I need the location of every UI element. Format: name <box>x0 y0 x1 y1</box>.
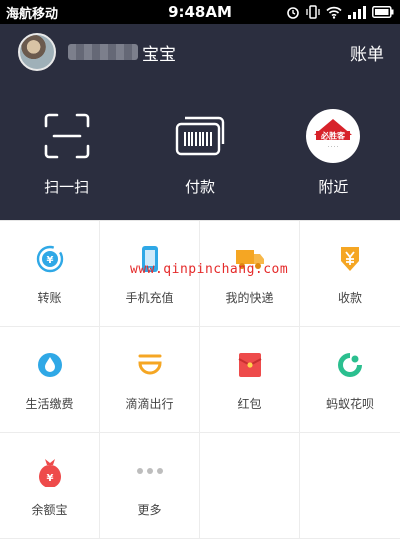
logo-text: 必胜客 <box>320 131 346 141</box>
money-bag-icon: ¥ <box>32 453 68 489</box>
grid-label: 生活缴费 <box>25 397 74 411</box>
barcode-pay-icon <box>172 108 228 164</box>
pay-label: 付款 <box>184 178 215 196</box>
system-icons <box>286 5 394 19</box>
nearby-label: 附近 <box>318 178 349 196</box>
grid-label: 红包 <box>237 397 262 411</box>
receive-money-icon <box>332 241 368 277</box>
svg-text:· · · ·: · · · · <box>328 145 338 150</box>
grid-item-huabei[interactable]: 蚂蚁花呗 <box>300 327 400 433</box>
battery-icon <box>372 6 394 18</box>
grid-item-utilities[interactable]: 生活缴费 <box>0 327 100 433</box>
wifi-icon <box>326 6 342 19</box>
scan-icon <box>39 108 95 164</box>
grid-label: 转账 <box>37 291 62 305</box>
blurred-name <box>68 44 138 60</box>
grid-label: 余额宝 <box>31 503 68 517</box>
pizza-hut-logo: 必胜客 · · · · <box>306 109 361 163</box>
delivery-truck-icon <box>232 241 268 277</box>
alarm-icon <box>286 5 300 19</box>
grid-item-yuebao[interactable]: ¥ 余额宝 <box>0 433 100 539</box>
grid-empty-cell <box>300 433 400 539</box>
grid-empty-cell <box>200 433 300 539</box>
user-row: 宝宝 账单 <box>18 32 384 72</box>
user-name: 宝宝 <box>142 44 176 65</box>
transfer-icon: ¥ <box>32 241 68 277</box>
wallet-header: 宝宝 账单 扫一扫 付款 必胜客 · · · · 附近 <box>0 24 400 220</box>
grid-label: 收款 <box>337 291 362 305</box>
grid-label: 滴滴出行 <box>125 397 174 411</box>
status-bar: 海航移动 9:48AM <box>0 0 400 24</box>
grid-label: 我的快递 <box>225 291 274 305</box>
grid-item-my-delivery[interactable]: 我的快递 <box>200 221 300 327</box>
pay-button[interactable]: 付款 <box>133 108 266 197</box>
grid-item-receive-money[interactable]: 收款 <box>300 221 400 327</box>
carrier-name: 海航移动 <box>6 6 59 22</box>
didi-icon <box>132 347 168 383</box>
scan-button[interactable]: 扫一扫 <box>0 108 133 197</box>
huabei-icon <box>332 347 368 383</box>
grid-item-transfer[interactable]: ¥ 转账 <box>0 221 100 327</box>
avatar[interactable] <box>18 33 56 71</box>
more-dots-icon <box>132 453 168 489</box>
signal-icon <box>348 5 366 19</box>
bill-link[interactable]: 账单 <box>350 40 384 65</box>
svg-text:¥: ¥ <box>46 473 53 484</box>
grid-label: 蚂蚁花呗 <box>325 397 374 411</box>
water-drop-icon <box>32 347 68 383</box>
quick-actions: 扫一扫 付款 必胜客 · · · · 附近 <box>0 108 400 197</box>
grid-label: 手机充值 <box>125 291 174 305</box>
red-envelope-icon <box>232 347 268 383</box>
grid-label: 更多 <box>137 503 162 517</box>
scan-label: 扫一扫 <box>44 178 90 196</box>
service-grid: ¥ 转账 手机充值 我的快递 收款 生活缴费 滴滴出行 红包 蚂蚁花呗 ¥ 余额… <box>0 220 400 540</box>
grid-item-didi[interactable]: 滴滴出行 <box>100 327 200 433</box>
vibrate-icon <box>306 5 320 19</box>
grid-item-more[interactable]: 更多 <box>100 433 200 539</box>
grid-item-red-envelope[interactable]: 红包 <box>200 327 300 433</box>
nearby-button[interactable]: 必胜客 · · · · 附近 <box>267 108 400 197</box>
svg-text:¥: ¥ <box>46 255 53 266</box>
phone-recharge-icon <box>132 241 168 277</box>
grid-item-phone-recharge[interactable]: 手机充值 <box>100 221 200 327</box>
